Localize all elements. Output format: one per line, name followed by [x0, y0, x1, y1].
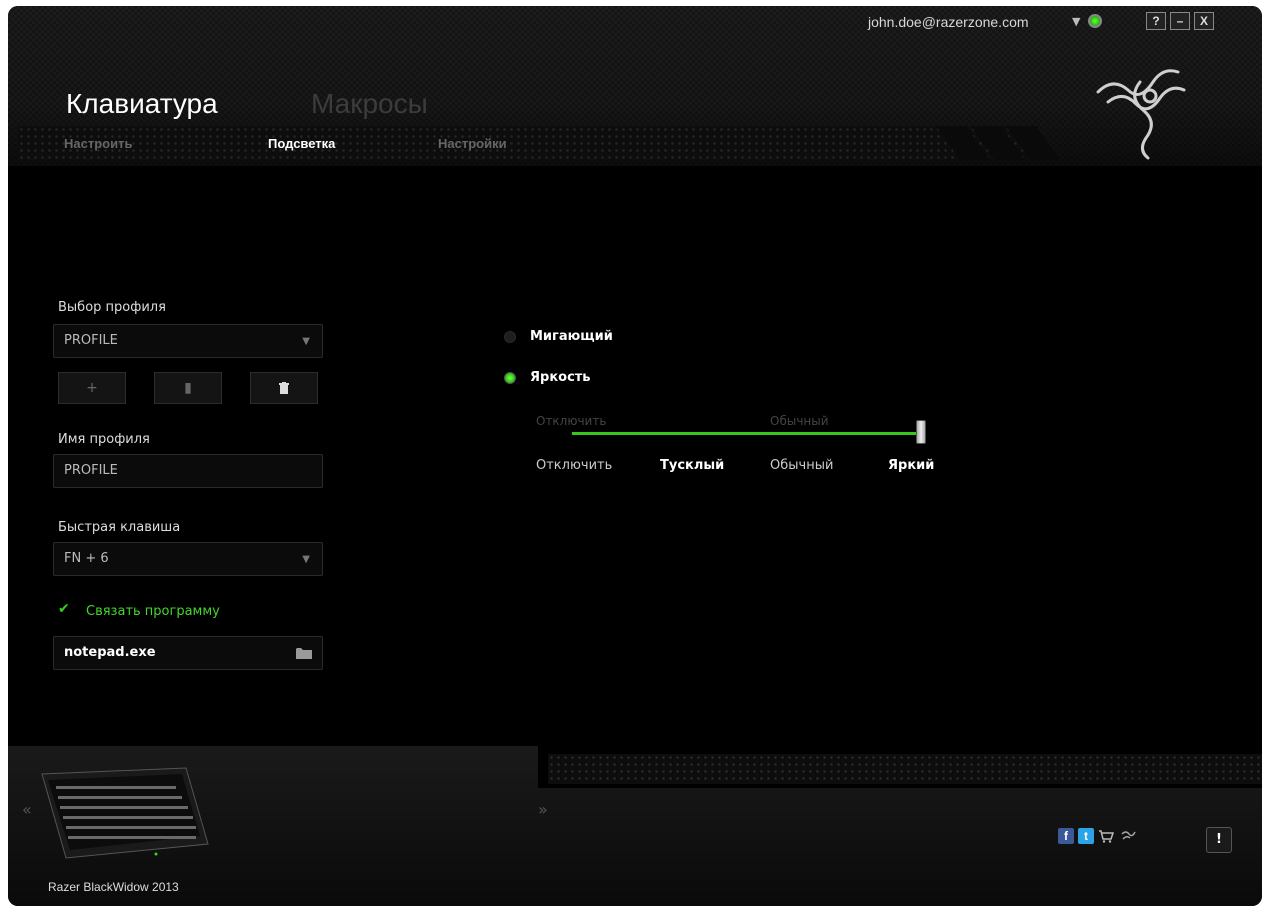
blinking-label[interactable]: Мигающий [530, 329, 613, 344]
razer-snake-logo-icon [1096, 69, 1186, 160]
hotkey-select[interactable]: FN + 6 ▼ [53, 542, 323, 576]
delete-profile-button[interactable] [250, 372, 318, 404]
minimize-button[interactable]: – [1170, 12, 1190, 30]
trash-icon [279, 382, 289, 394]
chevron-down-icon: ▼ [302, 554, 310, 565]
keyboard-image [41, 767, 209, 859]
hotkey-label: Быстрая клавиша [58, 520, 181, 535]
program-path-field[interactable]: notepad.exe [53, 636, 323, 670]
program-path-value: notepad.exe [64, 645, 156, 660]
account-email[interactable]: john.doe@razerzone.com [868, 14, 1029, 30]
razer-icon[interactable] [1120, 828, 1136, 844]
profile-select[interactable]: PROFILE ▼ [53, 324, 323, 358]
chevron-down-icon: ▼ [302, 336, 310, 347]
subtab-lighting[interactable]: Подсветка [268, 136, 335, 151]
cart-icon[interactable] [1098, 828, 1114, 844]
level-bright[interactable]: Яркий [888, 458, 934, 473]
account-dropdown-icon[interactable]: ▼ [1072, 15, 1080, 28]
brightness-slider-thumb[interactable] [916, 420, 926, 444]
faded-label-off: Отключить [536, 414, 607, 428]
app-window: john.doe@razerzone.com ▼ ? – X Клавиатур… [8, 6, 1262, 906]
tab-macros[interactable]: Макросы [311, 88, 428, 120]
help-button[interactable]: ? [1146, 12, 1166, 30]
faded-label-normal: Обычный [770, 414, 829, 428]
close-button[interactable]: X [1194, 12, 1214, 30]
profile-select-label: Выбор профиля [58, 300, 166, 315]
twitter-icon[interactable]: t [1078, 828, 1094, 844]
link-program-checkbox[interactable]: ✔ [58, 602, 72, 616]
blinking-radio[interactable] [504, 331, 516, 343]
tab-keyboard[interactable]: Клавиатура [66, 88, 218, 120]
level-off[interactable]: Отключить [536, 458, 612, 473]
device-name: Razer BlackWidow 2013 [48, 880, 179, 894]
subtab-customize[interactable]: Настроить [64, 136, 132, 151]
facebook-icon[interactable]: f [1058, 828, 1074, 844]
online-status-icon [1088, 14, 1102, 28]
copy-icon: ▮ [184, 380, 192, 396]
brightness-slider-track[interactable] [572, 432, 922, 435]
profile-name-field[interactable]: PROFILE [53, 454, 323, 488]
subtab-settings[interactable]: Настройки [438, 136, 507, 151]
hotkey-value: FN + 6 [64, 551, 109, 566]
level-dim[interactable]: Тусклый [660, 458, 724, 473]
next-device-button[interactable]: » [538, 800, 548, 819]
add-profile-button[interactable]: + [58, 372, 126, 404]
folder-icon[interactable] [296, 647, 312, 659]
profile-select-value: PROFILE [64, 333, 118, 348]
alert-button[interactable]: ! [1206, 827, 1232, 853]
prev-device-button[interactable]: « [22, 800, 32, 819]
brightness-label[interactable]: Яркость [530, 370, 591, 385]
subtab-bar [18, 126, 1038, 160]
profile-name-label: Имя профиля [58, 432, 150, 447]
copy-profile-button[interactable]: ▮ [154, 372, 222, 404]
level-normal[interactable]: Обычный [770, 458, 833, 473]
profile-name-value: PROFILE [64, 463, 118, 478]
link-program-label[interactable]: Связать программу [86, 604, 220, 619]
brightness-radio[interactable] [504, 372, 516, 384]
